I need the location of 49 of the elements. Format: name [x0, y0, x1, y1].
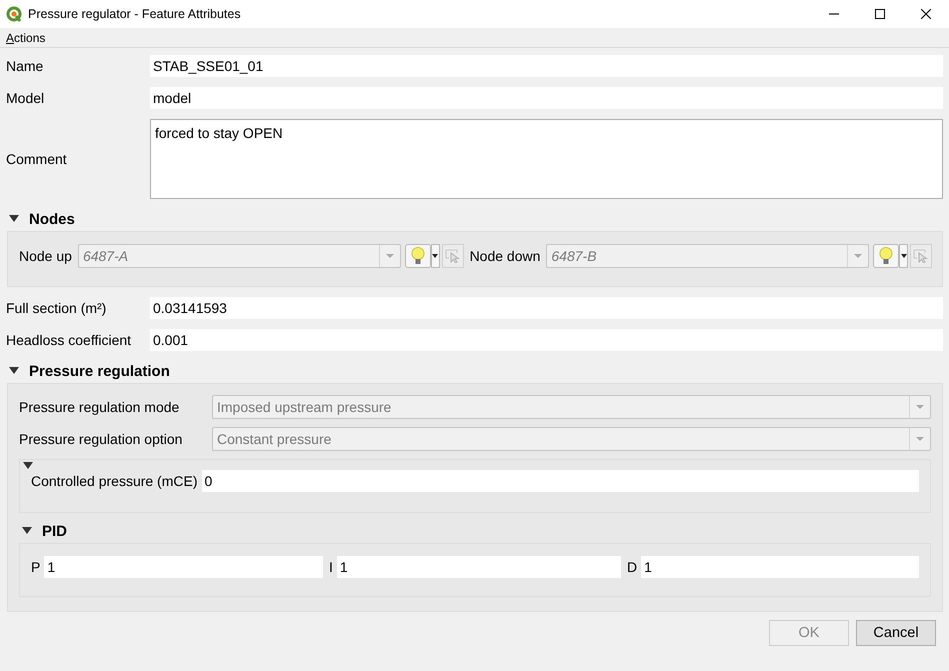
field-label: Pressure regulation mode	[19, 399, 180, 415]
field-label: Node down	[470, 248, 540, 264]
collapse-icon[interactable]	[9, 215, 19, 223]
menu-item[interactable]: Actions	[6, 30, 46, 44]
field-label: Headloss coefficient	[6, 332, 132, 348]
lightbulb-icon	[410, 247, 425, 265]
dropdown-arrow-icon	[386, 254, 394, 258]
field-label: P	[31, 559, 40, 575]
collapse-icon[interactable]	[23, 462, 33, 470]
field-label: Controlled pressure (mCE)	[31, 473, 198, 489]
field-label: Name	[6, 58, 44, 74]
identify-button[interactable]	[873, 244, 900, 268]
input-field[interactable]: 0.03141593	[150, 297, 943, 319]
field-label: D	[627, 559, 638, 575]
input-field[interactable]: 1	[336, 556, 621, 578]
section-title: PID	[42, 522, 68, 540]
dropdown-button[interactable]	[430, 244, 440, 268]
collapse-icon[interactable]	[22, 527, 32, 535]
cursor-icon	[913, 249, 930, 263]
section-title: Nodes	[29, 210, 75, 228]
field-label: Model	[6, 90, 46, 106]
window-title: Pressure regulator - Feature Attributes	[28, 7, 242, 21]
text-area[interactable]: forced to stay OPEN	[150, 119, 943, 199]
input-field[interactable]: 1	[641, 556, 919, 578]
dropdown-arrow-icon	[916, 404, 924, 410]
cursor-icon	[444, 249, 461, 263]
dropdown-arrow-icon	[900, 254, 907, 258]
dialog-button[interactable]: Cancel	[856, 620, 936, 646]
dropdown-button[interactable]	[899, 244, 908, 268]
collapse-icon[interactable]	[9, 367, 19, 375]
app-logo-icon	[6, 6, 22, 22]
lightbulb-icon	[879, 247, 894, 265]
field-label: Comment	[6, 151, 68, 167]
input-field[interactable]: 0	[202, 470, 919, 492]
close-icon	[921, 9, 931, 19]
identify-button[interactable]	[404, 244, 431, 268]
field-label: Node up	[19, 248, 72, 264]
section-title: Pressure regulation	[29, 362, 170, 380]
input-field[interactable]: STAB_SSE01_01	[150, 55, 943, 77]
field-label: Pressure regulation option	[19, 431, 184, 447]
field-label: I	[329, 559, 333, 575]
dropdown-arrow-icon	[854, 254, 862, 258]
dropdown-arrow-icon	[432, 254, 438, 258]
field-label: Full section (m²)	[6, 300, 108, 316]
input-field[interactable]: 1	[44, 556, 323, 578]
maximize-icon	[875, 9, 885, 19]
dropdown-arrow-icon	[916, 436, 924, 442]
input-field[interactable]: model	[150, 87, 943, 109]
input-field[interactable]: 0.001	[150, 329, 943, 351]
